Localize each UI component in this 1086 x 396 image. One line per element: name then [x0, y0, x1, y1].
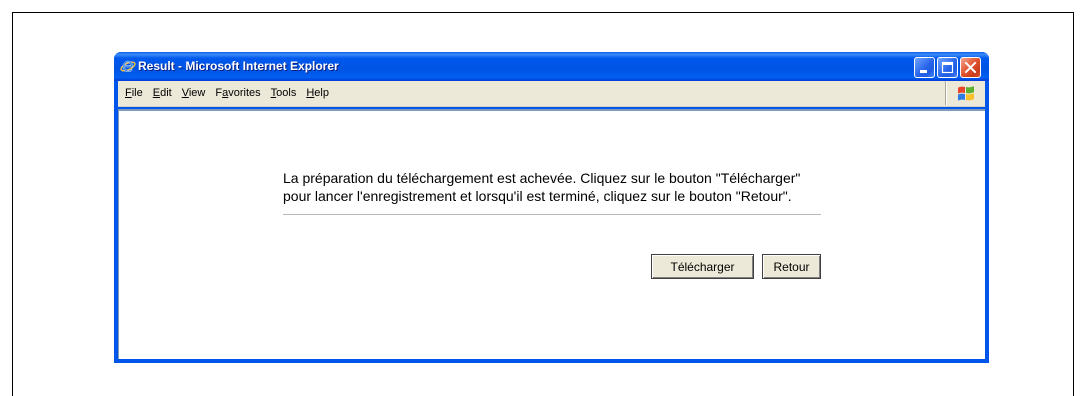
menu-favorites[interactable]: Favorites [210, 87, 265, 99]
separator [283, 214, 821, 216]
minimize-icon [920, 70, 927, 73]
close-button[interactable] [960, 57, 981, 78]
windows-logo-icon [958, 86, 974, 101]
menu-file[interactable]: File [120, 87, 148, 99]
download-panel: La préparation du téléchargement est ach… [283, 169, 823, 279]
close-icon [964, 61, 977, 74]
back-button[interactable]: Retour [762, 254, 821, 279]
internet-explorer-icon [120, 58, 136, 74]
window-title: Result - Microsoft Internet Explorer [138, 59, 339, 73]
menu-bar: File Edit View Favorites Tools Help [118, 81, 985, 107]
download-message: La préparation du téléchargement est ach… [283, 170, 801, 204]
throbber [946, 81, 985, 105]
page-content: La préparation du téléchargement est ach… [118, 109, 985, 359]
minimize-button[interactable] [914, 57, 935, 78]
browser-window: Result - Microsoft Internet Explorer Fil… [114, 52, 989, 363]
maximize-icon [941, 61, 954, 74]
menu-tools[interactable]: Tools [266, 87, 302, 99]
title-bar[interactable]: Result - Microsoft Internet Explorer [114, 52, 989, 81]
menu-help[interactable]: Help [301, 87, 334, 99]
menu-edit[interactable]: Edit [148, 87, 177, 99]
menu-view[interactable]: View [177, 87, 211, 99]
maximize-button[interactable] [937, 57, 958, 78]
download-button[interactable]: Télécharger [651, 254, 754, 279]
button-row: Télécharger Retour [651, 254, 821, 279]
